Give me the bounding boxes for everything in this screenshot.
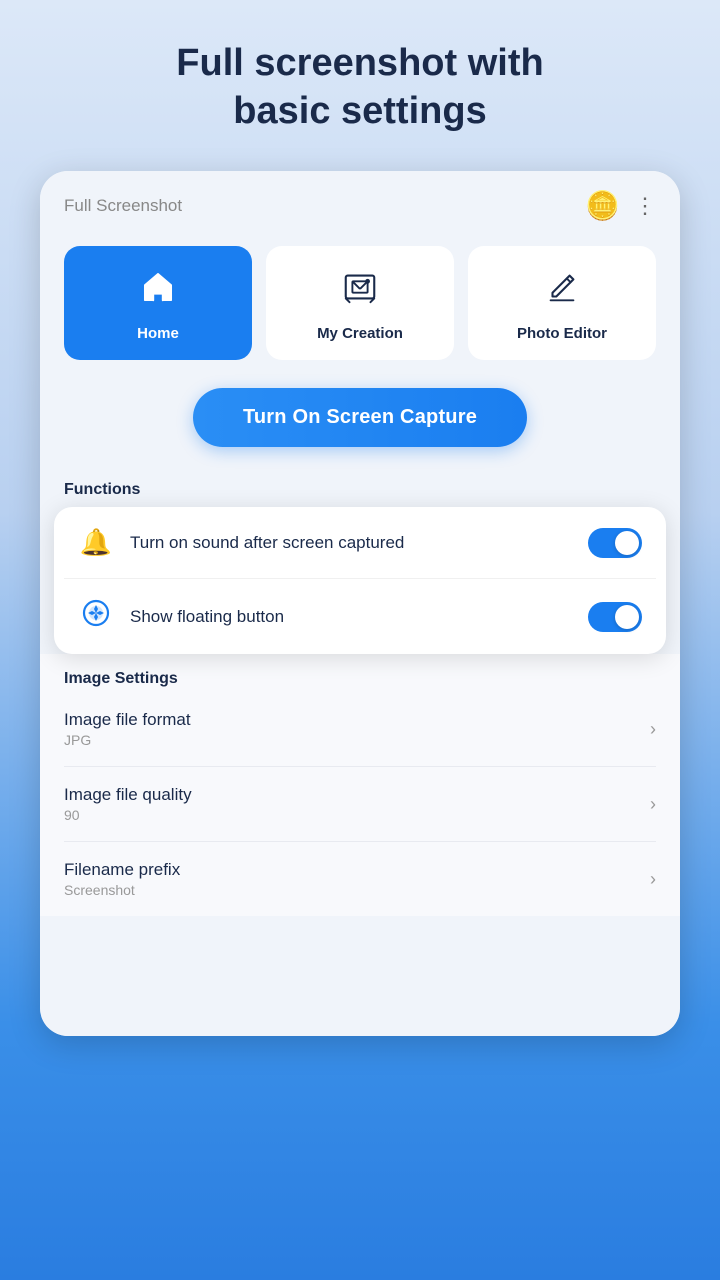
image-settings-label: Image Settings	[64, 670, 656, 688]
filename-prefix-content: Filename prefix Screenshot	[64, 860, 650, 898]
bell-icon: 🔔	[78, 527, 114, 558]
functions-label: Functions	[64, 481, 656, 499]
app-bar-icons: 🪙 ⋮	[585, 189, 656, 222]
image-file-format-value: JPG	[64, 732, 650, 748]
chevron-right-icon: ›	[650, 719, 656, 740]
screen-capture-button[interactable]: Turn On Screen Capture	[193, 388, 527, 447]
filename-prefix-row[interactable]: Filename prefix Screenshot ›	[64, 842, 656, 916]
page-title: Full screenshot with basic settings	[116, 40, 603, 135]
more-menu-icon[interactable]: ⋮	[634, 193, 656, 219]
nav-tile-home-label: Home	[137, 325, 179, 342]
image-file-format-row[interactable]: Image file format JPG ›	[64, 692, 656, 767]
nav-tiles: Home My Creation	[40, 232, 680, 378]
bottom-padding	[40, 916, 680, 1036]
nav-tile-photo-editor[interactable]: Photo Editor	[468, 246, 656, 360]
image-file-format-title: Image file format	[64, 710, 650, 730]
filename-prefix-value: Screenshot	[64, 882, 650, 898]
nav-tile-home[interactable]: Home	[64, 246, 252, 360]
filename-prefix-title: Filename prefix	[64, 860, 650, 880]
camera-shutter-icon	[78, 599, 114, 634]
chevron-right-icon-3: ›	[650, 869, 656, 890]
image-file-quality-value: 90	[64, 807, 650, 823]
phone-card: Full Screenshot 🪙 ⋮ Home	[40, 171, 680, 1036]
floating-button-toggle-row: Show floating button	[64, 578, 656, 654]
avatar-icon: 🪙	[585, 189, 620, 222]
photo-editor-icon	[543, 268, 581, 315]
nav-tile-photo-editor-label: Photo Editor	[517, 325, 607, 342]
cta-section: Turn On Screen Capture	[40, 378, 680, 469]
functions-section: Functions 🔔 Turn on sound after screen c…	[40, 469, 680, 654]
image-file-quality-title: Image file quality	[64, 785, 650, 805]
app-bar: Full Screenshot 🪙 ⋮	[40, 171, 680, 232]
image-file-quality-row[interactable]: Image file quality 90 ›	[64, 767, 656, 842]
nav-tile-my-creation[interactable]: My Creation	[266, 246, 454, 360]
app-bar-title: Full Screenshot	[64, 196, 182, 216]
floating-button-toggle-switch[interactable]	[588, 602, 642, 632]
image-file-format-content: Image file format JPG	[64, 710, 650, 748]
chevron-right-icon-2: ›	[650, 794, 656, 815]
floating-button-toggle-label: Show floating button	[130, 607, 572, 627]
home-icon	[139, 268, 177, 315]
nav-tile-my-creation-label: My Creation	[317, 325, 403, 342]
sound-toggle-row: 🔔 Turn on sound after screen captured	[64, 507, 656, 578]
sound-toggle-switch[interactable]	[588, 528, 642, 558]
image-file-quality-content: Image file quality 90	[64, 785, 650, 823]
my-creation-icon	[341, 268, 379, 315]
sound-toggle-label: Turn on sound after screen captured	[130, 533, 572, 553]
image-settings-section: Image Settings Image file format JPG › I…	[40, 654, 680, 916]
toggle-card: 🔔 Turn on sound after screen captured	[54, 507, 666, 654]
